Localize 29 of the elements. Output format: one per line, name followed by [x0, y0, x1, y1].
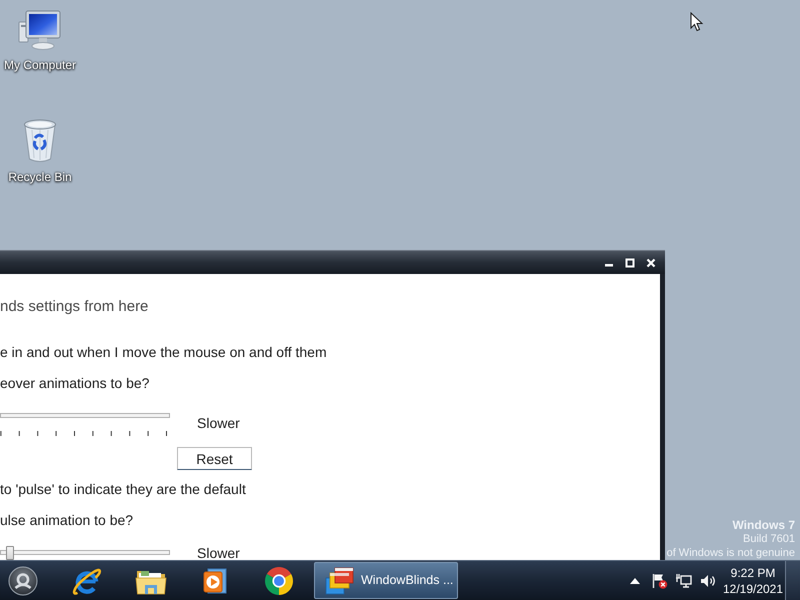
slider-label: Slower — [197, 416, 240, 430]
option-text: to 'pulse' to indicate they are the default — [0, 480, 246, 498]
clock[interactable]: 9:22 PM 12/19/2021 — [722, 564, 784, 596]
question-text: eover animations to be? — [0, 374, 150, 392]
media-play-icon[interactable] — [202, 566, 228, 594]
watermark-title: Windows 7 — [732, 518, 795, 532]
round-logo-icon[interactable] — [264, 566, 294, 596]
maximize-icon[interactable] — [625, 258, 635, 268]
question-text: ulse animation to be? — [0, 511, 134, 529]
slider-label: Slower — [197, 546, 240, 560]
network-icon[interactable] — [676, 572, 692, 588]
start-orb-icon[interactable] — [8, 566, 38, 596]
recycle-bin-icon — [22, 118, 58, 164]
slider-track[interactable] — [0, 546, 170, 560]
taskbar-window-button[interactable]: WindowBlinds ... — [314, 562, 458, 599]
option-text: e in and out when I move the mouse on and off them — [0, 343, 327, 361]
window-stack-icon — [325, 566, 355, 596]
close-icon[interactable] — [646, 258, 656, 268]
speaker-icon[interactable] — [700, 572, 716, 588]
show-desktop-button[interactable] — [785, 561, 800, 600]
computer-monitor-icon — [18, 10, 62, 52]
watermark-build: Build 7601 — [743, 532, 795, 546]
flag-x-icon[interactable] — [652, 572, 668, 588]
caret-up-icon[interactable] — [630, 578, 640, 584]
watermark-notice: of Windows is not genuine — [666, 546, 795, 560]
window-heading: nds settings from here — [0, 297, 148, 317]
reset-button[interactable]: Reset — [177, 447, 252, 470]
cursor-icon — [690, 12, 704, 32]
slider-thumb[interactable] — [6, 546, 14, 560]
